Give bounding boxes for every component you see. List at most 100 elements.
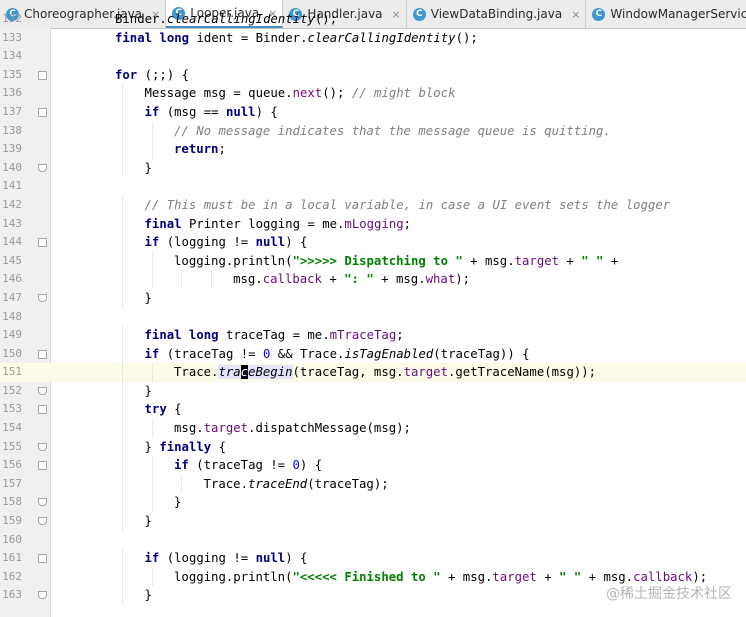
code-token: ; <box>218 142 226 157</box>
fold-marker-icon[interactable] <box>38 405 47 415</box>
code-text: if (traceTag != 0) { <box>174 456 322 475</box>
code-token: mTraceTag <box>329 328 397 343</box>
code-token: return <box>174 142 219 157</box>
code-token: && Trace. <box>270 346 345 361</box>
code-line[interactable]: 153 try { <box>0 400 746 420</box>
fold-marker-icon[interactable] <box>38 163 47 172</box>
code-line[interactable]: 154 msg.target.dispatchMessage(msg); <box>0 419 746 438</box>
fold-marker-icon[interactable] <box>38 107 47 117</box>
code-line[interactable]: 156 if (traceTag != 0) { <box>0 456 746 475</box>
code-token: Printer logging = me. <box>188 216 345 231</box>
code-line[interactable]: 133 final long ident = Binder.clearCallin… <box>0 29 746 48</box>
code-line[interactable]: 145 logging.println(">>>>> Dispatching to… <box>0 251 746 271</box>
fold-marker-icon[interactable] <box>38 591 47 600</box>
fold-marker-icon[interactable] <box>38 498 47 507</box>
indent-guide <box>122 456 124 475</box>
code-line[interactable]: 151 Trace.traceBegin(traceTag, msg.target… <box>0 363 746 382</box>
indent-guide <box>122 474 124 494</box>
code-token: next <box>292 86 323 101</box>
line-number: 140 <box>2 160 22 174</box>
code-line[interactable]: 158} <box>0 493 746 513</box>
code-text: logging.println(">>>>> Dispatching to " … <box>174 252 618 271</box>
code-token: ); <box>692 569 708 584</box>
line-number: 159 <box>2 514 22 528</box>
code-editor[interactable]: 132 Binder.clearCallingIdentity(); 133 fina… <box>0 10 746 605</box>
code-text: msg.callback + ": " + msg.what); <box>233 270 470 289</box>
code-line[interactable]: 155} finally { <box>0 437 746 457</box>
code-line[interactable]: 138 // No message indicates that the mess… <box>0 121 746 141</box>
code-line[interactable]: 134 <box>0 47 746 66</box>
code-token: { <box>174 402 182 417</box>
code-line[interactable]: 144 if (logging != null) { <box>0 233 746 252</box>
code-text: Trace.traceEnd(traceTag); <box>204 475 389 494</box>
code-line[interactable]: 148 <box>0 308 746 327</box>
code-line[interactable]: 140} <box>0 158 746 178</box>
code-token: ) { <box>299 458 323 473</box>
code-line[interactable]: 160 <box>0 531 746 550</box>
line-number: 146 <box>2 272 22 286</box>
code-line[interactable]: 149 final long traceTag = me.mTraceTag; <box>0 326 746 345</box>
code-token: logging.println( <box>174 569 293 584</box>
code-line[interactable]: 132 Binder.clearCallingIdentity(); <box>0 10 746 29</box>
code-line[interactable]: 137 if (msg == null) { <box>0 102 746 122</box>
line-number: 150 <box>2 346 22 360</box>
code-token: final long <box>144 328 226 343</box>
code-token: eBegin <box>248 365 293 380</box>
code-token: try <box>144 402 175 417</box>
fold-marker-icon[interactable] <box>38 238 47 248</box>
code-line[interactable]: 146 msg.callback + ": " + msg.what); <box>0 270 746 289</box>
code-text: for (;;) { <box>115 66 189 85</box>
fold-marker-icon[interactable] <box>38 554 47 564</box>
fold-marker-icon[interactable] <box>38 442 47 451</box>
code-token: ) { <box>285 235 308 250</box>
code-text: } <box>145 586 152 605</box>
code-line[interactable]: 141 <box>0 177 746 196</box>
code-line[interactable]: 161 if (logging != null) { <box>0 549 746 568</box>
code-line[interactable]: 157 Trace.traceEnd(traceTag); <box>0 474 746 494</box>
fold-marker-icon[interactable] <box>38 70 47 80</box>
code-token: .getTraceName(msg)); <box>447 365 597 380</box>
code-token: if <box>144 235 167 250</box>
code-line[interactable]: 143 final Printer logging = me.mLogging; <box>0 214 746 234</box>
code-line[interactable]: 159} <box>0 512 746 531</box>
code-line[interactable]: 142 // This must be in a local variable, … <box>0 195 746 215</box>
code-token: ": " <box>344 272 374 287</box>
line-number: 160 <box>2 532 22 546</box>
code-token: // might block <box>351 86 456 101</box>
indent-guide <box>122 363 124 382</box>
fold-marker-icon[interactable] <box>38 293 47 302</box>
code-line[interactable]: 147} <box>0 288 746 308</box>
code-token: ">>>>> Dispatching to " <box>292 253 463 268</box>
code-text: final long ident = Binder.clearCallingId… <box>115 29 478 48</box>
code-token: null <box>255 551 286 566</box>
code-token: ) { <box>285 551 308 566</box>
indent-guide <box>210 270 212 289</box>
code-line[interactable]: 135 for (;;) { <box>0 66 746 85</box>
code-text: if (msg == null) { <box>145 103 278 122</box>
code-token: traceTag = me. <box>225 328 330 343</box>
code-token: (traceTag, msg. <box>292 365 404 380</box>
code-token: (traceTag != <box>196 458 293 473</box>
indent-guide <box>122 400 124 420</box>
code-text: Message msg = queue.next(); // might blo… <box>145 84 456 103</box>
code-line[interactable]: 139 return; <box>0 140 746 159</box>
code-text: // No message indicates that the message… <box>174 122 611 141</box>
code-token: if <box>144 551 167 566</box>
line-number: 147 <box>2 290 22 304</box>
line-number: 145 <box>2 253 22 267</box>
fold-marker-icon[interactable] <box>38 517 47 526</box>
fold-marker-icon[interactable] <box>38 349 47 359</box>
fold-marker-icon[interactable] <box>38 461 47 471</box>
line-number: 144 <box>2 235 22 249</box>
indent-guide <box>122 158 124 178</box>
fold-marker-icon[interactable] <box>38 386 47 395</box>
code-line[interactable]: 150 if (traceTag != 0 && Trace.isTagEnabl… <box>0 344 746 364</box>
code-line[interactable]: 152} <box>0 381 746 401</box>
indent-guide <box>122 140 124 159</box>
code-token: c <box>240 365 249 380</box>
code-token: clearCallingIdentity <box>166 12 315 26</box>
code-token: ; <box>403 216 412 231</box>
indent-guide <box>151 567 153 587</box>
code-token: (); <box>455 30 478 45</box>
code-line[interactable]: 136 Message msg = queue.next(); // might … <box>0 84 746 103</box>
